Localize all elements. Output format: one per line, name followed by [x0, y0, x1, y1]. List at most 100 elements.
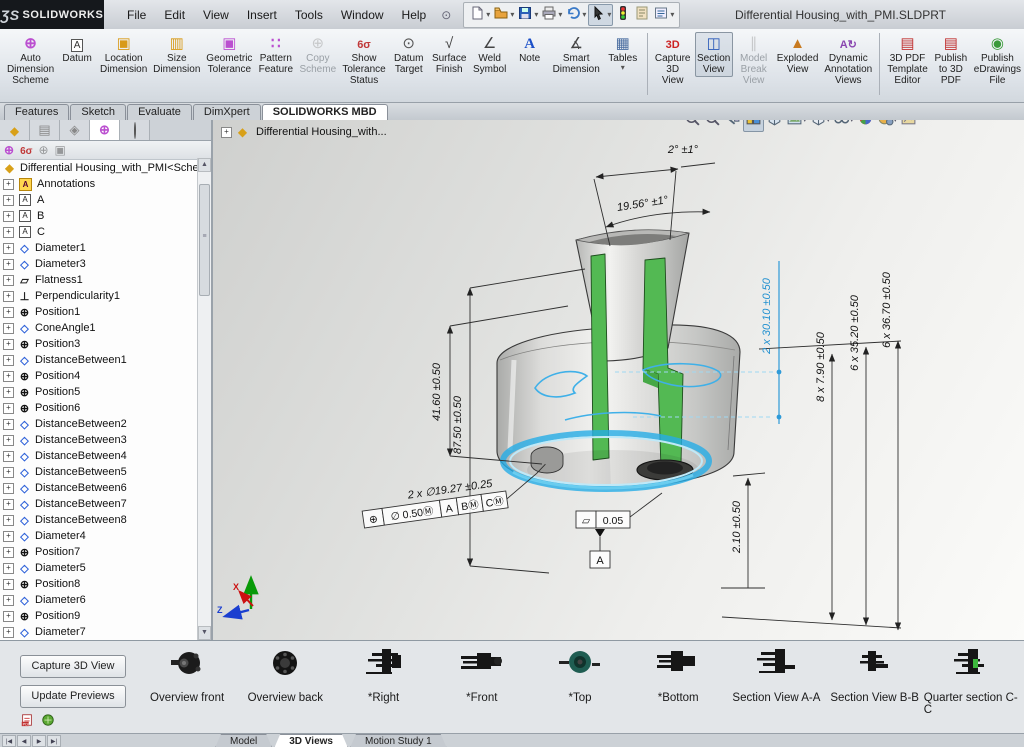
section-view-button[interactable]: ◫Section View: [695, 32, 733, 77]
pattern-feature-button[interactable]: ∷Pattern Feature: [256, 32, 295, 77]
tab-evaluate[interactable]: Evaluate: [127, 104, 192, 120]
menu-view[interactable]: View: [194, 1, 238, 29]
thumbnail-image[interactable]: [753, 647, 799, 684]
menu-edit[interactable]: Edit: [155, 1, 194, 29]
scrollbar-thumb[interactable]: ≡: [199, 184, 210, 296]
tree-root-item[interactable]: ◆Differential Housing_with_PMI<Scheme5>: [2, 160, 198, 176]
scroll-down-icon[interactable]: ▼: [198, 626, 211, 640]
thumbnail-image[interactable]: [950, 647, 996, 684]
dropdown-caret-icon[interactable]: ▾: [486, 10, 490, 19]
tree-item-coneangle1[interactable]: +◇ConeAngle1: [2, 320, 198, 336]
tree-item-perpendicularity1[interactable]: +⊥Perpendicularity1: [2, 288, 198, 304]
tree-item-diameter7[interactable]: +◇Diameter7: [2, 624, 198, 640]
expand-icon[interactable]: +: [3, 595, 14, 606]
publish-to-3d-pdf-icon[interactable]: PDF: [20, 713, 34, 730]
menu-tools[interactable]: Tools: [286, 1, 332, 29]
tree-item-diameter3[interactable]: +◇Diameter3: [2, 256, 198, 272]
sheet-tab-3d-views[interactable]: 3D Views: [274, 734, 348, 747]
expand-icon[interactable]: +: [3, 195, 14, 206]
tree-item-annotations[interactable]: +AAnnotations: [2, 176, 198, 192]
expand-icon[interactable]: +: [3, 531, 14, 542]
thumbnail-image[interactable]: [164, 647, 210, 684]
datum-button[interactable]: ADatum: [58, 32, 96, 66]
thumbnail-image[interactable]: [655, 647, 701, 684]
tab-features[interactable]: Features: [4, 104, 69, 120]
expand-icon[interactable]: +: [3, 291, 14, 302]
surface-finish-button[interactable]: √Surface Finish: [430, 32, 469, 77]
feature-manager-tab[interactable]: ◆: [0, 120, 30, 140]
sheet-tab-motion-study-1[interactable]: Motion Study 1: [350, 734, 447, 747]
dropdown-caret-icon[interactable]: ▾: [558, 10, 562, 19]
expand-icon[interactable]: +: [3, 547, 14, 558]
last-tab-button[interactable]: ▶|: [47, 735, 61, 747]
print-document-button[interactable]: ▾: [540, 5, 563, 25]
tree-item-position3[interactable]: +⊕Position3: [2, 336, 198, 352]
tree-item-a[interactable]: +AA: [2, 192, 198, 208]
tree-item-distancebetween6[interactable]: +◇DistanceBetween6: [2, 480, 198, 496]
tree-item-diameter5[interactable]: +◇Diameter5: [2, 560, 198, 576]
expand-icon[interactable]: +: [3, 355, 14, 366]
section-view-button[interactable]: [743, 120, 764, 132]
expand-icon[interactable]: +: [3, 627, 14, 638]
select-cursor-button[interactable]: ▾: [588, 4, 613, 26]
appearance-button[interactable]: [856, 120, 875, 131]
tree-item-position1[interactable]: +⊕Position1: [2, 304, 198, 320]
expand-icon[interactable]: +: [3, 403, 14, 414]
view-thumbnail-bottom[interactable]: *Bottom: [629, 643, 727, 727]
view-thumbnail-section-view-b-b[interactable]: Section View B-B: [826, 643, 924, 727]
previous-tab-button[interactable]: ◀: [17, 735, 31, 747]
previous-view-button[interactable]: [723, 120, 742, 131]
pin-menu-icon[interactable]: ⊙: [441, 8, 451, 22]
view-thumbnail-front[interactable]: *Front: [433, 643, 531, 727]
pdf-template-editor-button[interactable]: ▤3D PDF Template Editor: [885, 32, 930, 88]
menu-insert[interactable]: Insert: [238, 1, 286, 29]
show-tolerance-status-toolbar-button[interactable]: 6σ: [20, 143, 32, 157]
menu-window[interactable]: Window: [332, 1, 393, 29]
graphics-viewport[interactable]: 2° ±1° 19.56° ±1° 41.60 ±0.50 87.50 ±0.5…: [213, 120, 1024, 640]
geometric-tolerance-button[interactable]: ▣Geometric Tolerance: [204, 32, 254, 77]
tree-item-diameter4[interactable]: +◇Diameter4: [2, 528, 198, 544]
open-document-button[interactable]: ▾: [492, 5, 515, 25]
datum-target-button[interactable]: ⊙Datum Target: [390, 32, 428, 77]
save-document-button[interactable]: ▾: [516, 5, 539, 25]
configuration-manager-tab[interactable]: ◈: [60, 120, 90, 140]
undo-button[interactable]: ▾: [564, 5, 587, 25]
dropdown-caret-icon[interactable]: ▾: [827, 120, 831, 124]
expand-icon[interactable]: +: [3, 227, 14, 238]
update-previews-button[interactable]: Update Previews: [20, 685, 126, 708]
menu-help[interactable]: Help: [393, 1, 436, 29]
dropdown-caret-icon[interactable]: ▾: [850, 120, 854, 124]
expand-icon[interactable]: +: [3, 467, 14, 478]
expand-icon[interactable]: +: [3, 339, 14, 350]
new-document-button[interactable]: ▾: [468, 5, 491, 25]
capture-3d-view-button[interactable]: 3DCapture 3D View: [653, 32, 693, 88]
expand-icon[interactable]: +: [3, 435, 14, 446]
tree-item-distancebetween4[interactable]: +◇DistanceBetween4: [2, 448, 198, 464]
expand-icon[interactable]: +: [3, 563, 14, 574]
tab-dimxpert[interactable]: DimXpert: [193, 104, 261, 120]
display-manager-tab[interactable]: [120, 120, 150, 140]
model-canvas[interactable]: 2° ±1° 19.56° ±1° 41.60 ±0.50 87.50 ±0.5…: [213, 120, 1024, 640]
dropdown-caret-icon[interactable]: ▾: [621, 64, 625, 72]
tree-item-position4[interactable]: +⊕Position4: [2, 368, 198, 384]
tree-item-flatness1[interactable]: +▱Flatness1: [2, 272, 198, 288]
view-thumbnail-overview-back[interactable]: Overview back: [236, 643, 334, 727]
publish-edrawings-file-button[interactable]: ◉Publish eDrawings File: [972, 32, 1023, 88]
view-settings-button[interactable]: ▾: [876, 120, 899, 131]
expand-icon[interactable]: +: [3, 323, 14, 334]
tree-item-position8[interactable]: +⊕Position8: [2, 576, 198, 592]
expand-icon[interactable]: +: [3, 387, 14, 398]
zoom-to-area-button[interactable]: [703, 120, 722, 131]
expand-icon[interactable]: +: [3, 451, 14, 462]
weld-symbol-button[interactable]: ∠Weld Symbol: [471, 32, 509, 77]
3d-drawing-view-button[interactable]: [765, 120, 784, 131]
dropdown-caret-icon[interactable]: ▾: [607, 10, 611, 19]
dropdown-caret-icon[interactable]: ▾: [582, 10, 586, 19]
view-thumbnail-quarter-section-c-c[interactable]: Quarter section C-C: [924, 643, 1022, 727]
dropdown-caret-icon[interactable]: ▾: [803, 120, 807, 124]
tree-item-diameter6[interactable]: +◇Diameter6: [2, 592, 198, 608]
capture-3d-view-button[interactable]: Capture 3D View: [20, 655, 126, 678]
auto-dimension-scheme-button[interactable]: ⊕Auto Dimension Scheme: [5, 32, 56, 88]
zoom-to-fit-button[interactable]: [683, 120, 702, 131]
expand-icon[interactable]: +: [3, 243, 14, 254]
